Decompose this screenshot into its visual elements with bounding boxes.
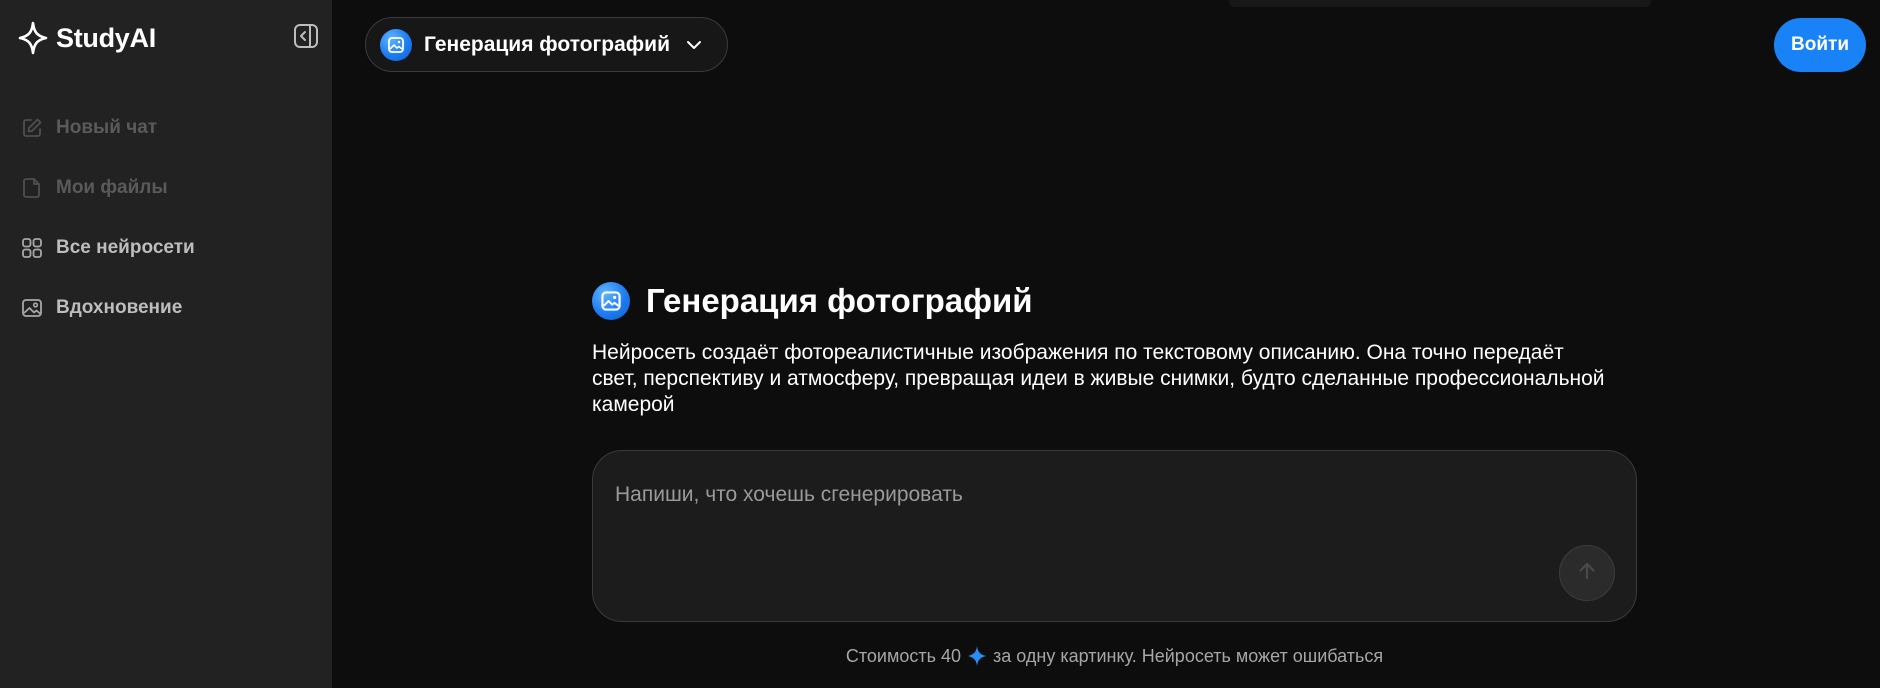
- sparkle-logo-icon: [18, 21, 48, 55]
- page-title-text: Генерация фотографий: [646, 282, 1033, 319]
- sidebar-nav: Новый чат Мои файлы Все нейросети Вдохно…: [0, 98, 332, 338]
- brand-logo[interactable]: StudyAI: [18, 18, 156, 58]
- app-root: StudyAI Новый чат Мои файлы Все нейросет…: [0, 0, 1880, 688]
- page-description: Нейросеть создаёт фотореалистичные изобр…: [592, 341, 1605, 416]
- disclaimer-text: за одну картинку. Нейросеть может ошибат…: [993, 645, 1384, 666]
- prompt-input[interactable]: [615, 475, 1595, 515]
- cost-text: Стоимость 40: [845, 645, 961, 666]
- grid-icon: [20, 236, 44, 260]
- sidebar-item-new-chat[interactable]: Новый чат: [0, 98, 332, 158]
- arrow-up-icon: [1576, 560, 1598, 587]
- model-select-label: Генерация фотографий: [424, 32, 670, 56]
- sidebar-item-all-networks[interactable]: Все нейросети: [0, 218, 332, 278]
- sidebar-item-label: Новый чат: [56, 117, 158, 138]
- sparkle-currency-icon: [967, 645, 987, 667]
- sidebar-item-inspiration[interactable]: Вдохновение: [0, 278, 332, 338]
- main-area: Генерация фотографий Войти Генерация фот…: [332, 0, 1880, 688]
- photo-badge-icon: [380, 28, 412, 61]
- top-notch: [1229, 0, 1651, 7]
- chevron-down-icon: [686, 40, 702, 50]
- sidebar-item-label: Мои файлы: [56, 177, 168, 198]
- collapse-sidebar-icon: [293, 23, 319, 54]
- send-button[interactable]: [1559, 545, 1615, 601]
- prompt-box: [592, 450, 1637, 622]
- sidebar-item-my-files[interactable]: Мои файлы: [0, 158, 332, 218]
- sidebar: StudyAI Новый чат Мои файлы Все нейросет…: [0, 0, 332, 688]
- edit-icon: [20, 116, 44, 140]
- image-icon: [20, 296, 44, 320]
- login-button[interactable]: Войти: [1774, 18, 1866, 72]
- model-select-dropdown[interactable]: Генерация фотографий: [365, 17, 728, 72]
- photo-badge-icon: [592, 282, 630, 320]
- file-icon: [20, 176, 44, 200]
- sidebar-item-label: Все нейросети: [56, 237, 195, 258]
- page-title: Генерация фотографий: [592, 282, 1033, 320]
- collapse-sidebar-button[interactable]: [292, 23, 320, 54]
- brand-name: StudyAI: [56, 22, 156, 53]
- sidebar-item-label: Вдохновение: [56, 297, 183, 318]
- cost-footnote: Стоимость 40 за одну картинку. Нейросеть…: [592, 645, 1637, 667]
